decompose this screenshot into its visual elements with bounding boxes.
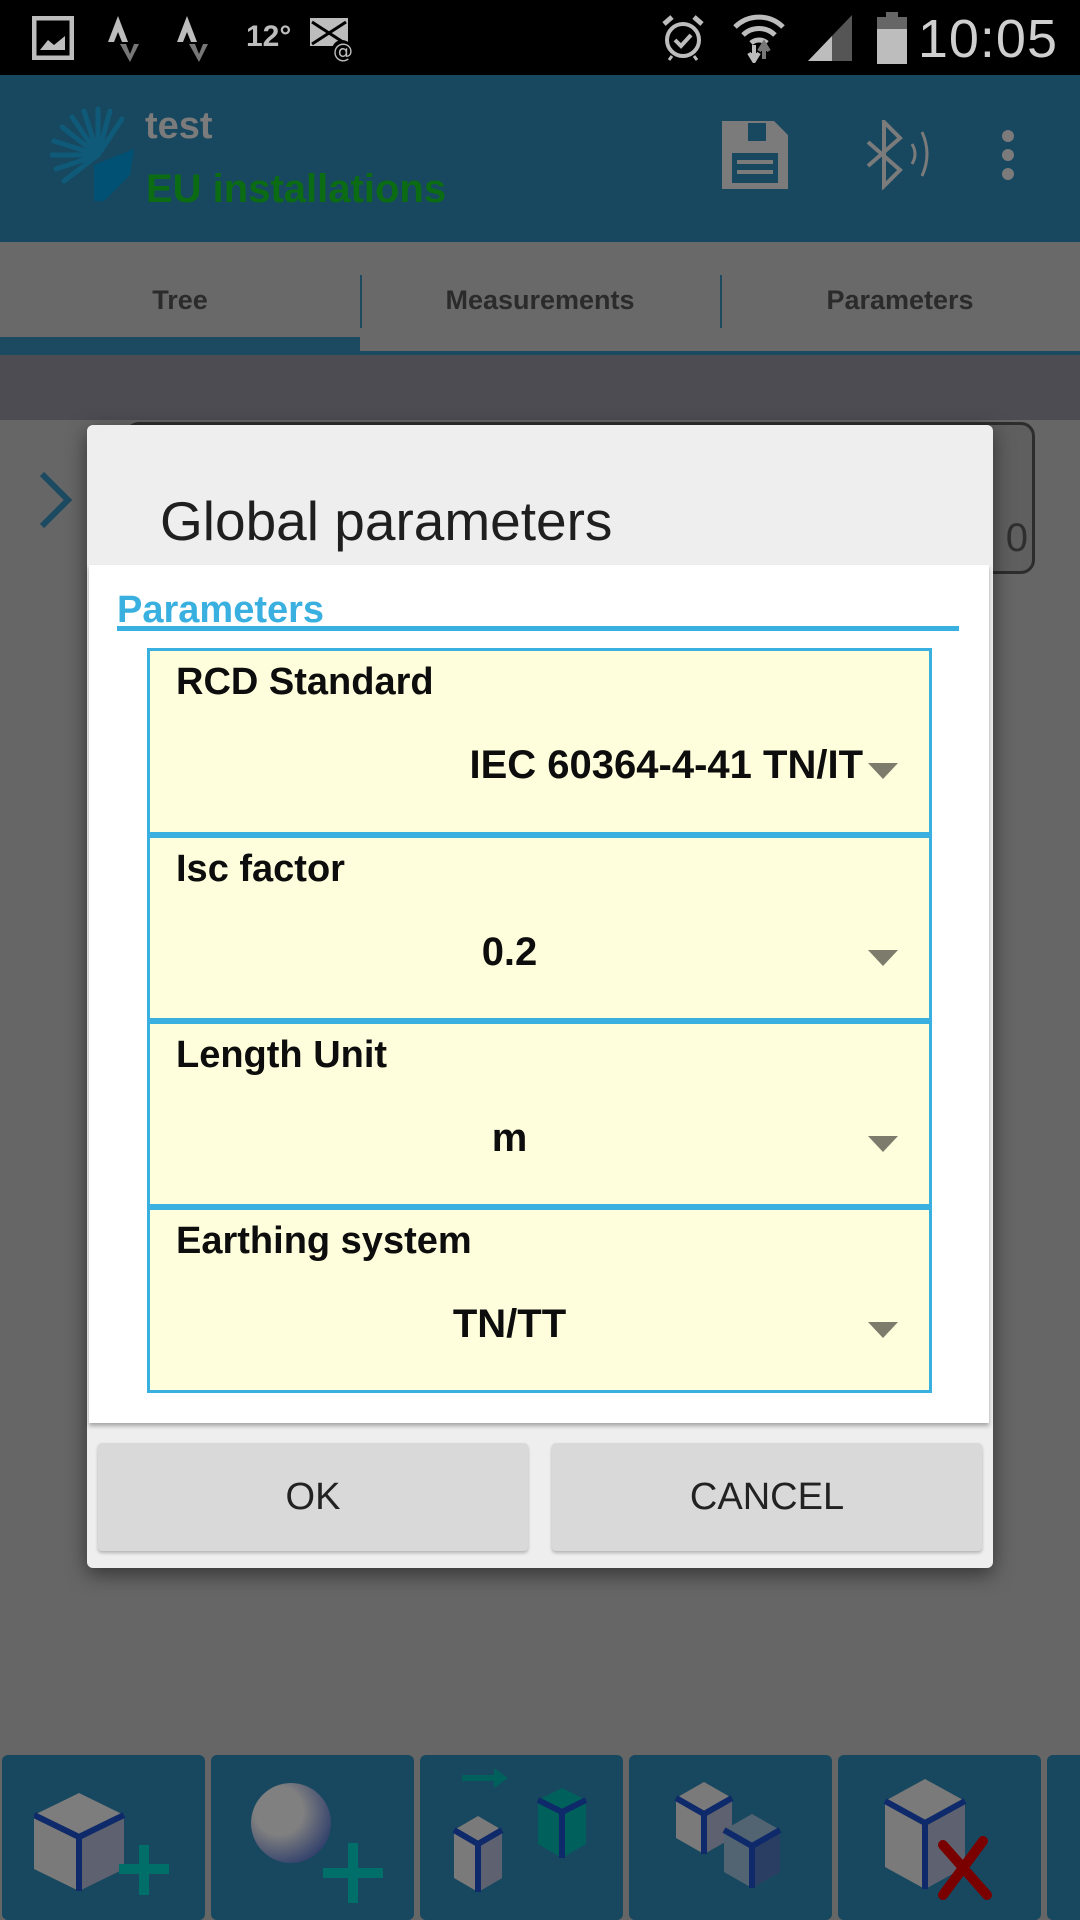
move-object-button[interactable] — [420, 1755, 623, 1920]
expand-chevron-icon[interactable] — [38, 470, 74, 535]
sphere-plus-icon — [250, 1782, 383, 1903]
param-label: RCD Standard — [176, 661, 434, 703]
bottom-toolbar — [0, 1755, 1080, 1920]
tab-parameters[interactable]: Parameters — [720, 242, 1080, 355]
sub-toolbar — [0, 355, 1080, 420]
clock: 10:05 — [917, 9, 1058, 69]
app-bar: test EU installations — [0, 75, 1080, 242]
param-label: Length Unit — [176, 1034, 388, 1076]
screen: 12° @ 10:05 test EU installations Tree M… — [0, 0, 1080, 1920]
add-sphere-button[interactable] — [211, 1755, 414, 1920]
tab-indicator — [0, 337, 360, 355]
battery-icon — [876, 12, 908, 64]
alarm-icon — [660, 14, 706, 62]
add-object-button[interactable] — [2, 1755, 205, 1920]
rcd-standard-field[interactable]: RCD Standard IEC 60364-4-41 TN/IT — [147, 648, 932, 835]
section-header-label: Parameters — [117, 589, 325, 631]
cube-delete-icon — [883, 1778, 992, 1900]
dialog-body: Parameters RCD Standard IEC 60364-4-41 T… — [89, 565, 989, 1423]
tab-label: Measurements — [445, 285, 635, 315]
earthing-system-select[interactable]: TN/TT — [150, 1302, 869, 1347]
app-title: test — [145, 105, 213, 147]
cube-move-icon — [451, 1767, 587, 1892]
more-options-icon — [1002, 130, 1014, 180]
length-unit-select[interactable]: m — [150, 1116, 869, 1161]
tab-measurements[interactable]: Measurements — [360, 242, 720, 355]
length-unit-field[interactable]: Length Unit m — [147, 1020, 932, 1207]
save-button[interactable] — [715, 115, 795, 195]
save-icon — [722, 121, 788, 189]
bluetooth-icon — [866, 120, 929, 190]
dialog-title: Global parameters — [160, 490, 613, 552]
mail-error-icon: @ — [308, 14, 354, 62]
app-logo-icon — [48, 105, 148, 205]
signal-icon — [806, 14, 854, 62]
strava-icon — [104, 14, 140, 62]
dropdown-arrow-icon[interactable] — [868, 1136, 898, 1152]
toolbar-overflow-button[interactable] — [1047, 1755, 1080, 1920]
tab-tree[interactable]: Tree — [0, 242, 360, 355]
earthing-system-field[interactable]: Earthing system TN/TT — [147, 1206, 932, 1393]
dropdown-arrow-icon[interactable] — [868, 950, 898, 966]
rcd-standard-select[interactable]: IEC 60364-4-41 TN/IT — [150, 743, 864, 788]
tree-node-count: 0 — [1005, 516, 1028, 560]
tab-bar: Tree Measurements Parameters — [0, 242, 1080, 355]
strava-icon — [173, 14, 209, 62]
cube-plus-icon — [33, 1792, 169, 1895]
ok-button[interactable]: OK — [98, 1443, 528, 1551]
section-header: Parameters — [117, 589, 959, 631]
isc-factor-field[interactable]: Isc factor 0.2 — [147, 834, 932, 1021]
svg-text:@: @ — [333, 39, 353, 62]
temperature-reading: 12° — [246, 20, 292, 53]
status-bar: 12° @ 10:05 — [0, 0, 1080, 75]
dropdown-arrow-icon[interactable] — [868, 763, 898, 779]
more-options-button[interactable] — [980, 115, 1036, 195]
tab-label: Parameters — [826, 285, 974, 315]
delete-object-button[interactable] — [838, 1755, 1041, 1920]
bluetooth-button[interactable] — [860, 115, 940, 195]
app-subtitle: EU installations — [146, 167, 447, 211]
param-label: Earthing system — [176, 1220, 472, 1262]
isc-factor-select[interactable]: 0.2 — [150, 930, 869, 975]
parameter-list: RCD Standard IEC 60364-4-41 TN/IT Isc fa… — [147, 648, 932, 1393]
wifi-icon — [733, 14, 785, 63]
tab-label: Tree — [152, 285, 208, 315]
copy-object-button[interactable] — [629, 1755, 832, 1920]
global-parameters-dialog: Global parameters Parameters RCD Standar… — [87, 425, 993, 1568]
cancel-button[interactable]: CANCEL — [552, 1443, 982, 1551]
gallery-icon — [32, 14, 74, 62]
cube-copy-icon — [674, 1781, 781, 1888]
dropdown-arrow-icon[interactable] — [868, 1322, 898, 1338]
param-label: Isc factor — [176, 848, 345, 890]
